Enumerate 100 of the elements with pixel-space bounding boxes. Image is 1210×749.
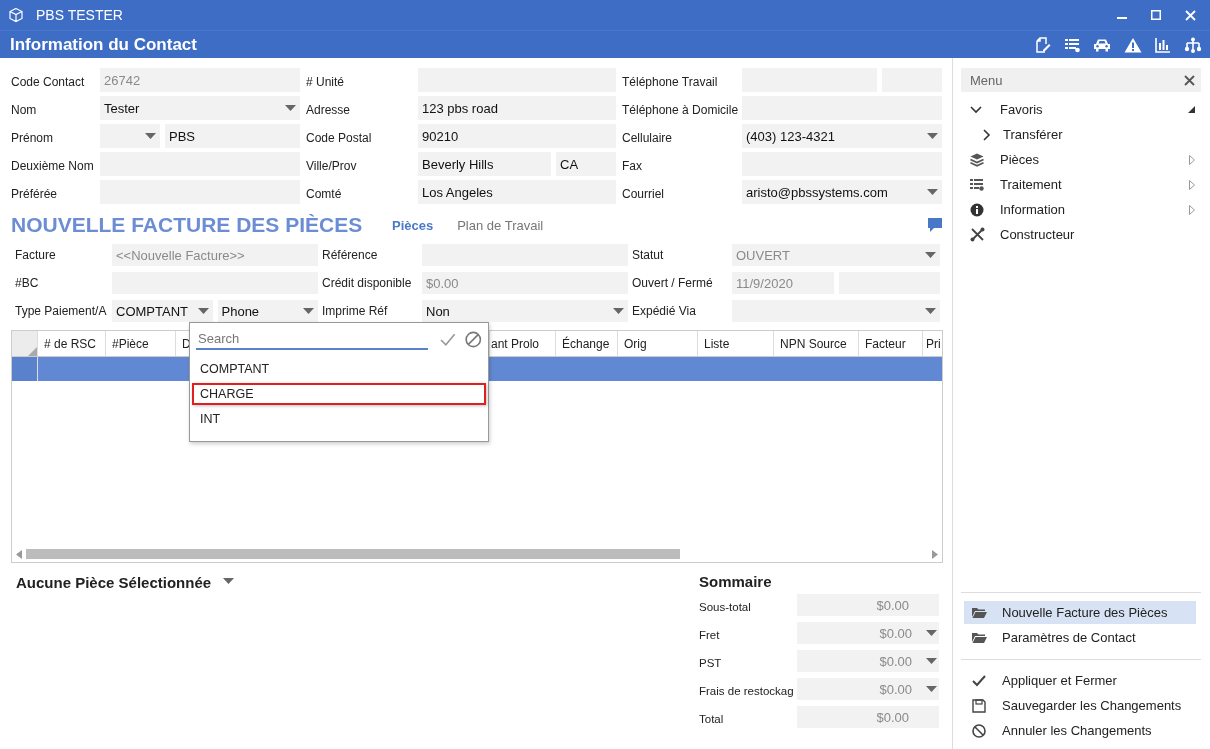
- triangle-icon: [1188, 106, 1195, 113]
- maximize-icon[interactable]: [1151, 10, 1161, 20]
- menu-action[interactable]: Appliquer et Fermer: [961, 668, 1201, 693]
- field-label: Préférée: [11, 185, 59, 203]
- field-label: Adresse: [305, 101, 352, 119]
- field-label: Facture: [14, 247, 57, 264]
- field-label: Fret: [699, 628, 721, 643]
- text-field[interactable]: PBS: [165, 124, 300, 148]
- page-title: Information du Contact: [10, 34, 198, 55]
- check-icon[interactable]: [439, 332, 456, 346]
- field-label: PST: [699, 656, 723, 671]
- chevron-down-icon[interactable]: [970, 105, 982, 114]
- menu-title: Menu: [970, 72, 1004, 88]
- dropdown-field[interactable]: [100, 124, 160, 148]
- triangle-icon: [28, 347, 37, 356]
- field-label: Courriel: [621, 185, 665, 203]
- menu-link[interactable]: Nouvelle Facture des Pièces: [964, 601, 1196, 624]
- cube-icon: [8, 7, 24, 23]
- column-header[interactable]: Orig: [618, 331, 698, 356]
- text-field[interactable]: 90210: [418, 124, 616, 148]
- field-label: Code Postal: [305, 129, 373, 147]
- column-header[interactable]: # de RSC: [38, 331, 106, 356]
- check-icon: [972, 674, 986, 687]
- dropdown-field[interactable]: [732, 300, 940, 322]
- caret-right-icon: [1189, 179, 1195, 190]
- caret-icon: [285, 105, 296, 111]
- scrollbar-thumb[interactable]: [26, 549, 680, 559]
- close-icon[interactable]: [1184, 74, 1195, 86]
- tab[interactable]: Pièces: [392, 217, 434, 233]
- column-header[interactable]: Pri: [923, 331, 942, 356]
- field-label: Statut: [631, 247, 665, 264]
- column-header[interactable]: ant Prolo: [490, 331, 556, 356]
- menu-item[interactable]: Traitement: [961, 172, 1201, 197]
- ban-icon[interactable]: [465, 330, 482, 348]
- field-label: Ville/Prov: [305, 157, 358, 175]
- bar-chart-icon[interactable]: [1155, 36, 1171, 53]
- dropdown-field[interactable]: aristo@pbssystems.com: [742, 180, 942, 204]
- caret-icon: [197, 308, 209, 314]
- text-field[interactable]: Los Angeles: [418, 180, 616, 204]
- caret-right-icon: [1189, 154, 1195, 165]
- menu-item[interactable]: Pièces: [961, 147, 1201, 172]
- field-label: Ouvert / Fermé: [631, 275, 714, 292]
- field-label: Sous-total: [699, 600, 752, 615]
- part-selector[interactable]: Aucune Pièce Sélectionnée: [16, 574, 212, 591]
- field-label: Prénom: [11, 129, 55, 147]
- field-label: Téléphone Travail: [621, 73, 719, 91]
- dropdown-field[interactable]: Tester: [100, 96, 300, 120]
- field-label: Référence: [321, 247, 379, 264]
- menu-item[interactable]: Transférer: [961, 122, 1201, 147]
- list-icon[interactable]: [1064, 36, 1080, 53]
- text-field[interactable]: CA: [556, 152, 616, 176]
- field-label: Imprime Réf: [321, 303, 389, 320]
- save-icon: [972, 698, 986, 713]
- scroll-right-icon[interactable]: [932, 549, 938, 559]
- section-title: NOUVELLE FACTURE DES PIÈCES: [11, 213, 364, 237]
- field-label: Code Contact: [11, 73, 86, 91]
- menu-item[interactable]: Favoris: [961, 97, 1201, 122]
- tools-icon[interactable]: [970, 227, 985, 242]
- column-header[interactable]: Échange: [556, 331, 618, 356]
- info-icon[interactable]: [970, 202, 984, 217]
- field-label: Fax: [621, 157, 643, 175]
- column-header[interactable]: NPN Source: [774, 331, 859, 356]
- layers-icon[interactable]: [970, 152, 984, 167]
- dropdown-field[interactable]: Non: [422, 300, 628, 322]
- tab[interactable]: Plan de Travail: [457, 217, 544, 233]
- field-label: Total: [699, 712, 725, 727]
- caret-icon: [613, 308, 624, 314]
- field-label: Comté: [305, 185, 343, 203]
- scroll-left-icon[interactable]: [16, 549, 22, 559]
- document-edit-icon[interactable]: [1035, 36, 1051, 53]
- column-header[interactable]: Liste: [698, 331, 774, 356]
- menu-action[interactable]: Sauvegarder les Changements: [961, 693, 1201, 718]
- dropdown-field[interactable]: (403) 123-4321: [742, 124, 942, 148]
- caret-icon: [927, 189, 938, 195]
- menu-item[interactable]: Information: [961, 197, 1201, 222]
- caret-icon: [925, 308, 936, 314]
- list-icon[interactable]: [970, 178, 984, 191]
- dropdown-option[interactable]: INT: [192, 408, 486, 430]
- menu-item[interactable]: Constructeur: [961, 222, 1201, 247]
- caret-icon: [303, 308, 314, 314]
- network-icon[interactable]: [1184, 36, 1202, 53]
- caret-icon: [925, 252, 936, 258]
- car-icon[interactable]: [1093, 37, 1111, 52]
- menu-link[interactable]: Paramètres de Contact: [964, 626, 1196, 649]
- field-label: Type Paiement/A: [14, 303, 108, 320]
- text-field[interactable]: 123 pbs road: [418, 96, 616, 120]
- field-label: Crédit disponible: [321, 275, 413, 292]
- dropdown-option[interactable]: CHARGE: [192, 383, 486, 405]
- column-header[interactable]: Facteur: [859, 331, 923, 356]
- field-label: #BC: [14, 275, 40, 292]
- column-header[interactable]: #Pièce: [106, 331, 176, 356]
- field-label: Nom: [11, 101, 38, 119]
- menu-action[interactable]: Annuler les Changements: [961, 718, 1201, 743]
- dropdown-field[interactable]: Phone: [217, 300, 318, 322]
- caret-icon: [926, 658, 937, 664]
- chat-icon[interactable]: [927, 217, 943, 233]
- window-title: PBS TESTER: [36, 7, 124, 23]
- dropdown-field[interactable]: COMPTANT: [112, 300, 213, 322]
- text-field[interactable]: Beverly Hills: [418, 152, 551, 176]
- warning-icon[interactable]: [1124, 36, 1142, 53]
